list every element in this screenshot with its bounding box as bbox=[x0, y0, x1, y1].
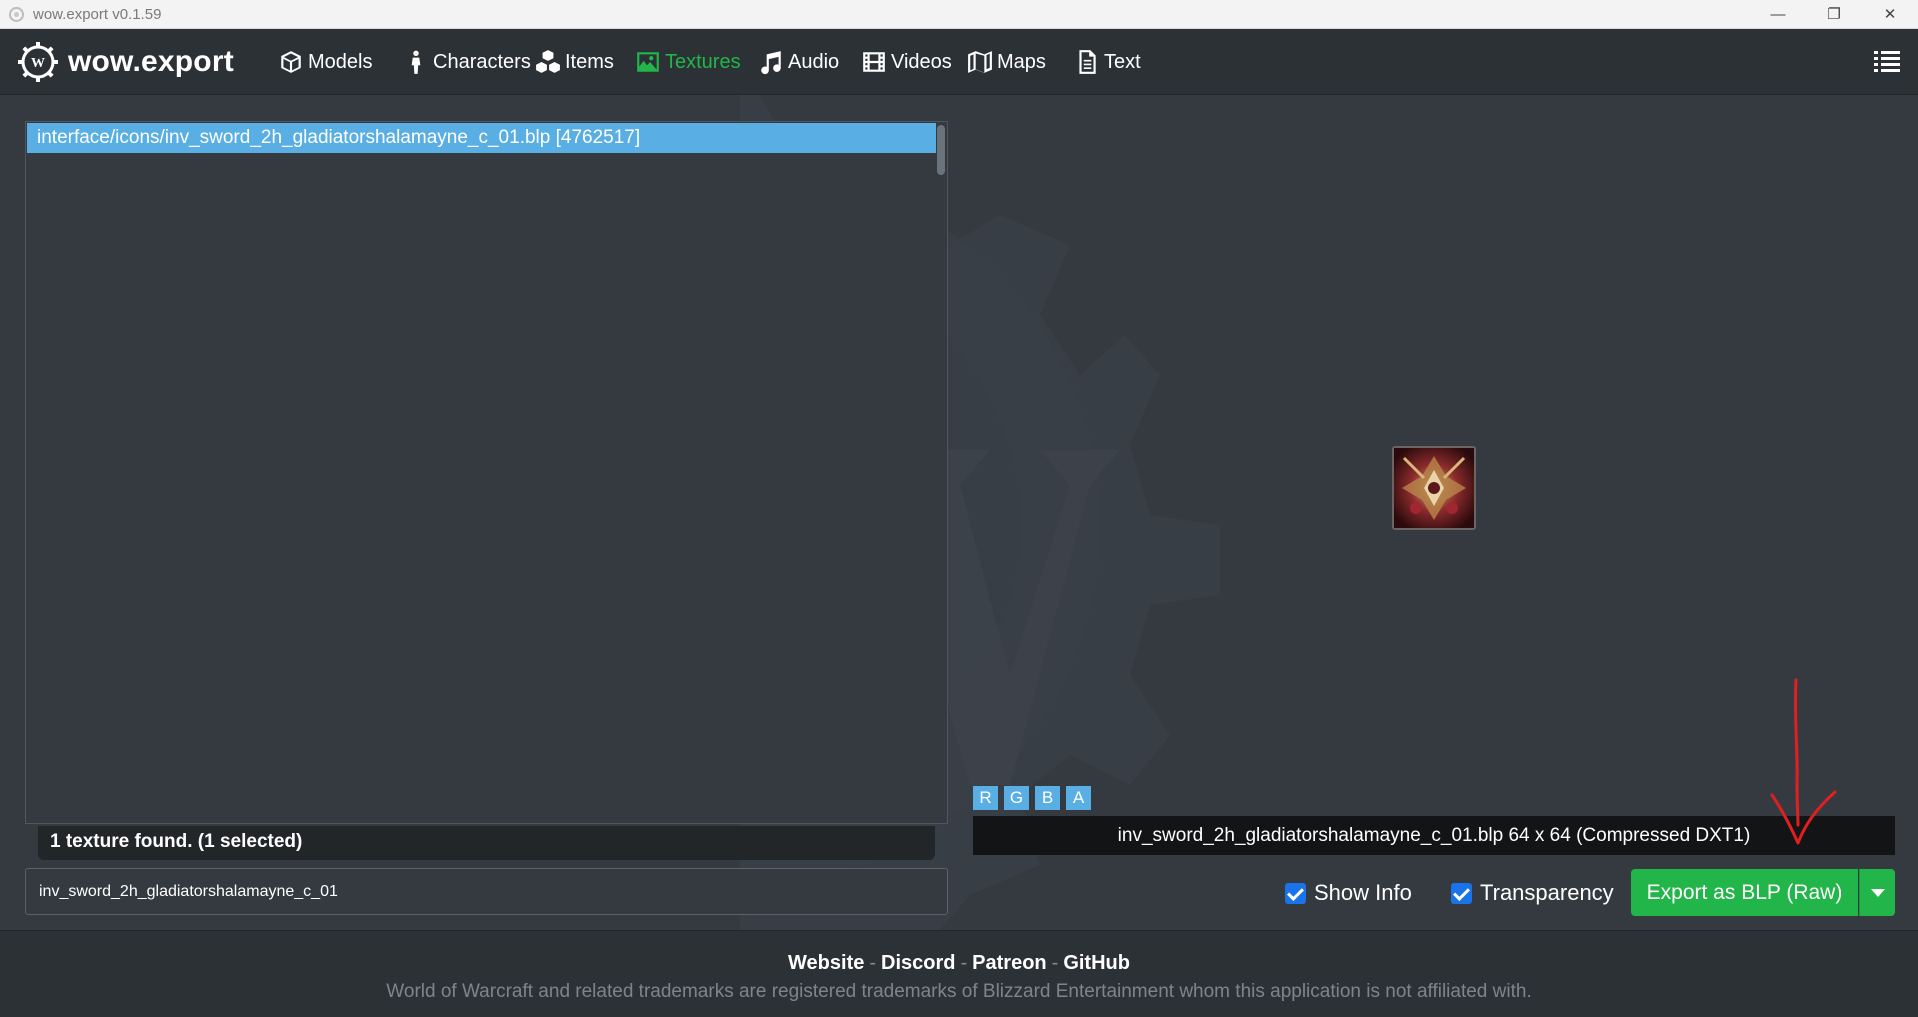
list-status: 1 texture found. (1 selected) bbox=[38, 826, 935, 860]
nav-audio-label: Audio bbox=[788, 50, 840, 73]
nav-text-label: Text bbox=[1104, 50, 1141, 73]
transparency-checkbox[interactable]: Transparency bbox=[1451, 880, 1614, 906]
checkbox-checked-icon[interactable] bbox=[1451, 882, 1472, 904]
channel-a-toggle[interactable]: A bbox=[1066, 786, 1091, 810]
navbar: W wow.export Models Characters Items Tex… bbox=[0, 29, 1918, 95]
nav-maps[interactable]: Maps bbox=[967, 48, 1046, 76]
link-separator: - bbox=[1051, 952, 1059, 974]
show-info-checkbox[interactable]: Show Info bbox=[1285, 880, 1412, 906]
menu-icon[interactable] bbox=[1874, 49, 1900, 73]
list-item[interactable]: interface/icons/inv_sword_2h_gladiatorsh… bbox=[27, 123, 936, 153]
channel-r-toggle[interactable]: R bbox=[973, 786, 998, 810]
footer-links: Website - Discord - Patreon - GitHub bbox=[0, 952, 1918, 975]
nav-textures[interactable]: Textures bbox=[635, 48, 741, 76]
minimize-button[interactable]: — bbox=[1750, 0, 1806, 29]
channel-g-toggle[interactable]: G bbox=[1004, 786, 1029, 810]
texture-info: inv_sword_2h_gladiatorshalamayne_c_01.bl… bbox=[973, 816, 1895, 855]
file-text-icon bbox=[1079, 50, 1096, 74]
transparency-label: Transparency bbox=[1480, 880, 1614, 905]
map-icon bbox=[968, 51, 992, 73]
logo: W wow.export bbox=[18, 42, 234, 82]
film-icon bbox=[863, 52, 885, 72]
wow-logo-icon: W bbox=[18, 42, 58, 82]
person-icon bbox=[411, 50, 421, 74]
filter-input[interactable] bbox=[25, 868, 948, 915]
link-separator: - bbox=[960, 952, 968, 974]
nav-models[interactable]: Models bbox=[278, 48, 372, 76]
nav-maps-label: Maps bbox=[997, 50, 1046, 73]
github-link[interactable]: GitHub bbox=[1063, 952, 1130, 974]
discord-link[interactable]: Discord bbox=[881, 952, 955, 974]
sword-texture-image bbox=[1394, 448, 1474, 528]
image-icon bbox=[637, 52, 659, 72]
logo-text: wow.export bbox=[68, 45, 234, 78]
nav-textures-label: Textures bbox=[665, 50, 741, 73]
checkbox-checked-icon[interactable] bbox=[1285, 882, 1306, 904]
nav-characters-label: Characters bbox=[433, 50, 531, 73]
nav-text[interactable]: Text bbox=[1074, 48, 1141, 76]
music-icon bbox=[761, 51, 781, 75]
app-icon bbox=[9, 7, 24, 22]
texture-preview bbox=[1392, 446, 1476, 530]
close-button[interactable]: ✕ bbox=[1862, 0, 1918, 29]
window-title: wow.export v0.1.59 bbox=[33, 6, 162, 23]
cube-icon bbox=[281, 51, 301, 73]
nav-videos-label: Videos bbox=[891, 50, 952, 73]
window-titlebar: wow.export v0.1.59 — ❐ ✕ bbox=[0, 0, 1918, 29]
svg-text:W: W bbox=[31, 56, 45, 71]
copyright-notice: World of Warcraft and related trademarks… bbox=[386, 981, 1532, 1002]
channel-toggles: R G B A bbox=[973, 786, 1091, 810]
nav-items-label: Items bbox=[565, 50, 614, 73]
nav-models-label: Models bbox=[308, 50, 373, 73]
show-info-label: Show Info bbox=[1314, 880, 1412, 905]
export-button[interactable]: Export as BLP (Raw) bbox=[1631, 869, 1858, 916]
nav-items[interactable]: Items bbox=[535, 48, 614, 76]
nav-videos[interactable]: Videos bbox=[861, 48, 952, 76]
website-link[interactable]: Website bbox=[788, 952, 864, 974]
cubes-icon bbox=[536, 50, 560, 73]
nav-audio[interactable]: Audio bbox=[758, 48, 839, 76]
channel-b-toggle[interactable]: B bbox=[1035, 786, 1060, 810]
footer: Website - Discord - Patreon - GitHub World of … bbox=[0, 930, 1918, 1017]
nav-characters[interactable]: Characters bbox=[403, 48, 531, 76]
export-dropdown-button[interactable] bbox=[1859, 869, 1895, 916]
list-scrollbar[interactable] bbox=[937, 125, 945, 175]
link-separator: - bbox=[869, 952, 877, 974]
restore-button[interactable]: ❐ bbox=[1806, 0, 1862, 29]
file-list[interactable]: interface/icons/inv_sword_2h_gladiatorsh… bbox=[25, 121, 948, 824]
patreon-link[interactable]: Patreon bbox=[972, 952, 1046, 974]
